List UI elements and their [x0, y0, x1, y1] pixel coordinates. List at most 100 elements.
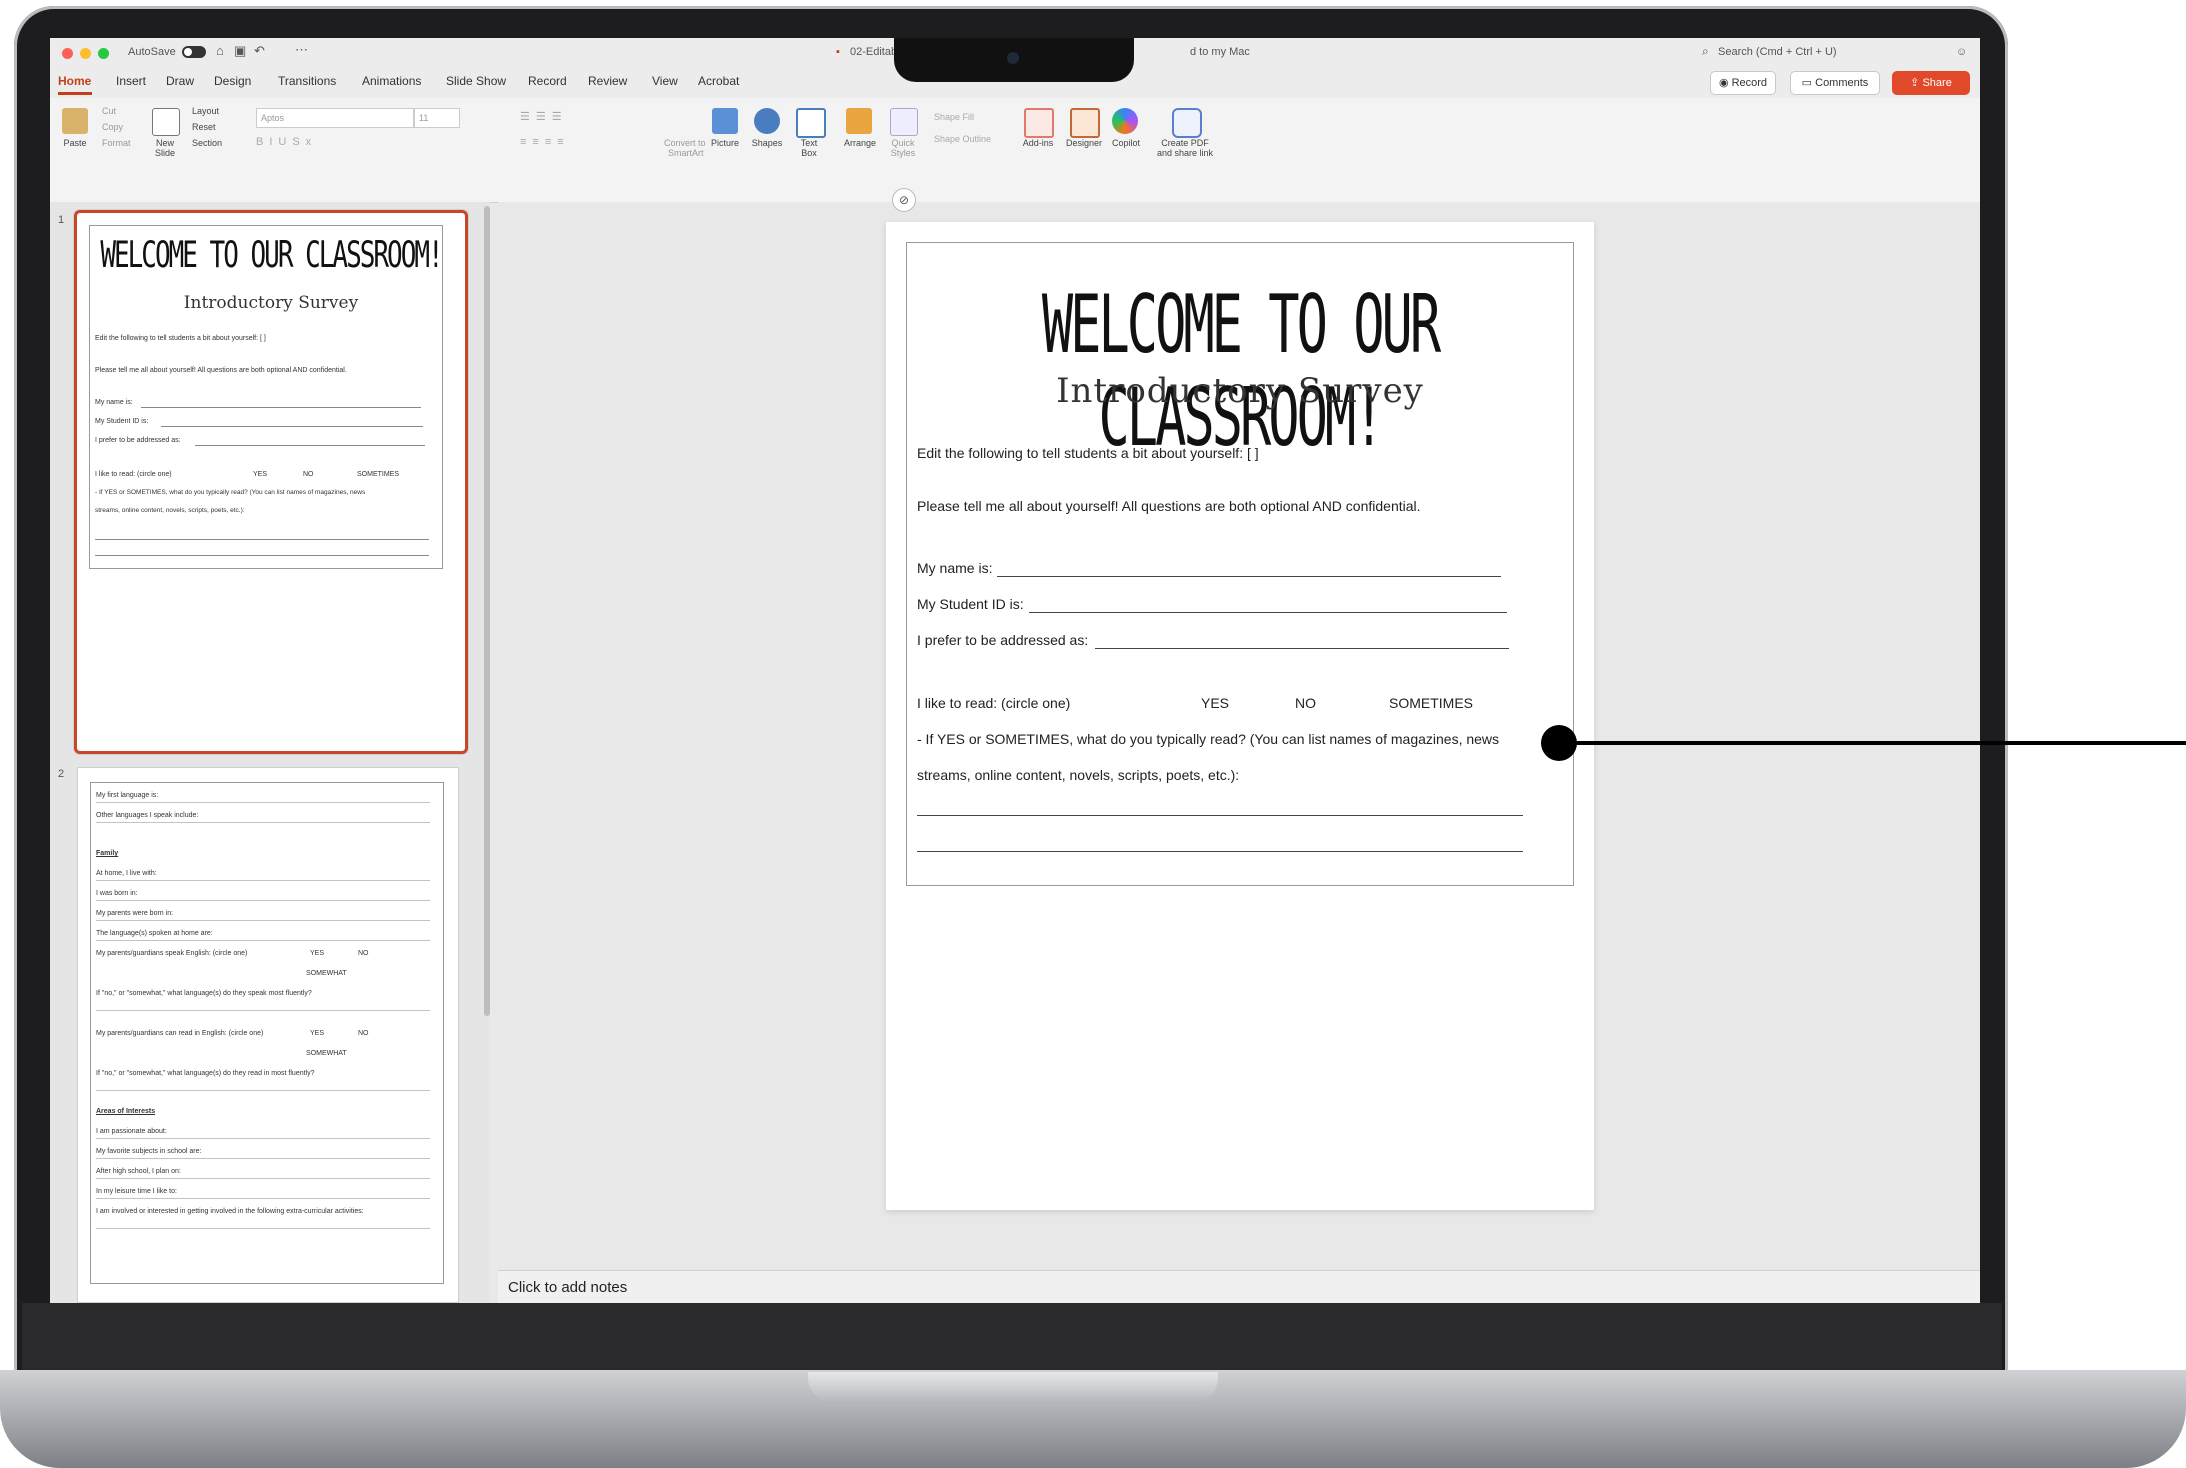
zoom-window-button[interactable]	[98, 48, 109, 59]
arrange-icon[interactable]	[846, 108, 872, 134]
copilot-icon[interactable]	[1112, 108, 1138, 134]
designer-icon[interactable]	[1070, 108, 1100, 138]
tab-design[interactable]: Design	[214, 74, 251, 88]
cut-button[interactable]: Cut	[102, 106, 116, 116]
share-button[interactable]: ⇪ Share	[1892, 71, 1970, 95]
followup-text-1[interactable]: - If YES or SOMETIMES, what do you typic…	[917, 731, 1499, 747]
answer-line-2	[917, 851, 1523, 852]
home-icon[interactable]: ⌂	[216, 43, 224, 58]
search-input[interactable]: Search (Cmd + Ctrl + U)	[1718, 46, 1837, 58]
prefer-label[interactable]: I prefer to be addressed as:	[917, 632, 1088, 648]
record-button[interactable]: ◉ Record	[1710, 71, 1776, 95]
read-question[interactable]: I like to read: (circle one)	[917, 695, 1070, 711]
name-label[interactable]: My name is:	[917, 560, 992, 576]
tab-draw[interactable]: Draw	[166, 74, 194, 88]
thumb-text: Family	[96, 850, 119, 857]
thumb-text: At home, I live with:	[96, 870, 157, 877]
paste-icon[interactable]	[62, 108, 88, 134]
tab-slide-show[interactable]: Slide Show	[446, 74, 506, 88]
thumb-text: My Student ID is:	[95, 418, 149, 425]
addins-icon[interactable]	[1024, 108, 1054, 138]
answer-line-1	[917, 815, 1523, 816]
autosave-label: AutoSave	[128, 46, 176, 58]
slide-options-icon[interactable]: ⊘	[892, 188, 916, 212]
slide-number: 2	[58, 768, 65, 780]
thumb-line	[96, 900, 430, 901]
main-slide[interactable]: WELCOME TO OUR CLASSROOM! Introductory S…	[886, 222, 1594, 1210]
thumb-text: My parents were born in:	[96, 910, 174, 917]
font-name-select[interactable]: Aptos	[256, 108, 414, 128]
textbox-icon[interactable]	[796, 108, 826, 138]
align-buttons[interactable]: ≡≡≡≡	[520, 136, 570, 148]
tab-transitions[interactable]: Transitions	[278, 74, 336, 88]
thumb-line	[96, 1010, 430, 1011]
slide-thumbnail-2[interactable]: My first language is: Other languages I s…	[78, 768, 458, 1302]
create-pdf-icon[interactable]	[1172, 108, 1202, 138]
thumb-text: I am passionate about:	[96, 1128, 167, 1135]
thumbnail-scrollbar[interactable]	[484, 206, 490, 1016]
save-status[interactable]: d to my Mac	[1190, 46, 1250, 58]
notes-placeholder[interactable]: Click to add notes	[508, 1279, 627, 1296]
option-no[interactable]: NO	[1295, 695, 1316, 711]
list-buttons[interactable]: ☰☰☰	[520, 110, 568, 123]
thumb-text: After high school, I plan on:	[96, 1168, 181, 1175]
autosave-toggle[interactable]	[182, 46, 206, 58]
followup-text-2[interactable]: streams, online content, novels, scripts…	[917, 767, 1239, 783]
thumb-line	[96, 1178, 430, 1179]
picture-icon[interactable]	[712, 108, 738, 134]
new-slide-icon[interactable]	[152, 108, 180, 136]
thumb-line	[96, 920, 430, 921]
more-icon[interactable]: ⋯	[295, 42, 308, 58]
search-icon: ⌕	[1702, 44, 1709, 58]
format-painter-button[interactable]: Format	[102, 138, 131, 148]
student-id-label[interactable]: My Student ID is:	[917, 596, 1024, 612]
quick-styles-icon[interactable]	[890, 108, 918, 136]
undo-icon[interactable]: ↶	[254, 43, 265, 59]
camera-icon	[1007, 52, 1019, 64]
tab-insert[interactable]: Insert	[116, 74, 146, 88]
ribbon-toolbar: Paste Cut Copy Format New Slide Layout R…	[50, 98, 1980, 203]
tab-animations[interactable]: Animations	[362, 74, 421, 88]
close-window-button[interactable]	[62, 48, 73, 59]
account-icon[interactable]: ☺	[1956, 46, 1967, 58]
active-tab-indicator	[58, 92, 92, 95]
copilot-label: Copilot	[1111, 138, 1140, 148]
share-label: Share	[1922, 77, 1952, 89]
option-sometimes[interactable]: SOMETIMES	[1389, 695, 1473, 711]
callout-line	[1570, 741, 2186, 745]
font-size-select[interactable]: 11	[414, 108, 460, 128]
thumb-text: SOMETIMES	[357, 471, 400, 478]
record-icon: ◉	[1718, 77, 1732, 89]
thumb-text: Areas of Interests	[96, 1108, 156, 1115]
create-pdf-label-2: and share link	[1156, 148, 1214, 158]
thumb-text: I prefer to be addressed as:	[95, 437, 181, 444]
save-icon[interactable]: ▣	[234, 43, 246, 59]
copy-button[interactable]: Copy	[102, 122, 123, 132]
quick-styles-label-1: Quick	[891, 138, 915, 148]
text-format-buttons[interactable]: BIUSx	[256, 136, 317, 148]
thumb-text: Other languages I speak include:	[96, 812, 199, 819]
edit-instruction-text[interactable]: Edit the following to tell students a bi…	[917, 445, 1259, 461]
thumb-text: My name is:	[95, 399, 133, 406]
record-label: Record	[1731, 77, 1768, 89]
layout-button[interactable]: Layout	[192, 106, 219, 116]
option-yes[interactable]: YES	[1201, 695, 1229, 711]
comments-button[interactable]: ▭ Comments	[1790, 71, 1880, 95]
section-button[interactable]: Section	[192, 138, 222, 148]
slide-number: 1	[58, 214, 65, 226]
tab-view[interactable]: View	[652, 74, 678, 88]
tab-review[interactable]: Review	[588, 74, 627, 88]
slide-subtitle[interactable]: Introductory Survey	[907, 371, 1573, 411]
tab-record[interactable]: Record	[528, 74, 567, 88]
tab-acrobat[interactable]: Acrobat	[698, 74, 739, 88]
minimize-window-button[interactable]	[80, 48, 91, 59]
intro-text[interactable]: Please tell me all about yourself! All q…	[917, 498, 1421, 514]
notes-pane[interactable]: Click to add notes	[498, 1270, 1980, 1303]
slide-thumbnail-1[interactable]: WELCOME TO OUR CLASSROOM! Introductory S…	[74, 210, 468, 754]
tab-home[interactable]: Home	[58, 74, 91, 88]
reset-button[interactable]: Reset	[192, 122, 216, 132]
shape-fill-button[interactable]: Shape Fill	[934, 112, 974, 122]
thumb-text: Edit the following to tell students a bi…	[95, 335, 266, 342]
shape-outline-button[interactable]: Shape Outline	[934, 134, 991, 144]
shapes-icon[interactable]	[754, 108, 780, 134]
